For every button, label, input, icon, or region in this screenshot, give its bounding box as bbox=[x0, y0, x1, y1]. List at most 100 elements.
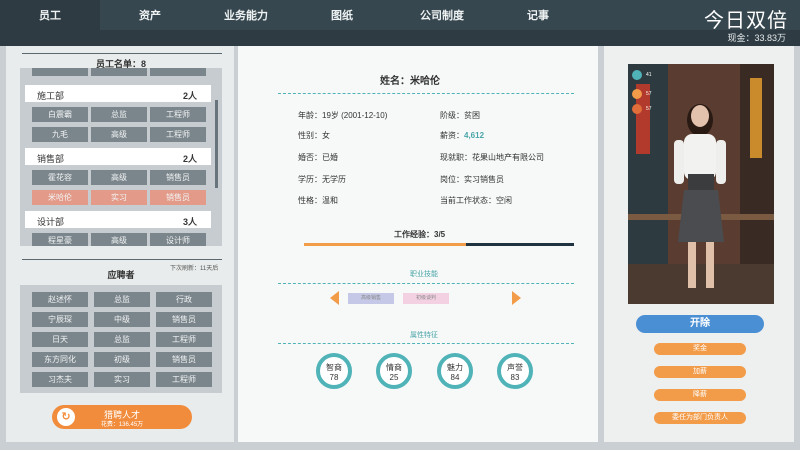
tab-assets[interactable]: 资产 bbox=[100, 0, 200, 30]
employee-name bbox=[32, 68, 88, 76]
mood-icon bbox=[632, 89, 642, 99]
divider bbox=[22, 53, 222, 54]
top-bar-shade bbox=[0, 30, 800, 46]
dept-name: 施工部 bbox=[37, 91, 65, 101]
refresh-icon: ↻ bbox=[57, 408, 75, 426]
tab-business-ability[interactable]: 业务能力 bbox=[196, 0, 296, 30]
list-item[interactable]: 赵述怀 总监 行政 bbox=[32, 292, 212, 307]
applicant-name: 宁辰琛 bbox=[32, 312, 88, 327]
divider bbox=[278, 93, 574, 94]
employee-role: 销售员 bbox=[150, 170, 206, 185]
attr-name: 声誉 bbox=[507, 363, 523, 372]
raise-salary-button[interactable]: 加薪 bbox=[654, 366, 746, 378]
employee-name: 白震霸 bbox=[32, 107, 88, 122]
skill-tag[interactable]: 初级谈判 bbox=[403, 293, 449, 304]
employee-level: 总监 bbox=[91, 107, 147, 122]
dept-row-design[interactable]: 设计部 3人 bbox=[25, 211, 211, 228]
applicant-name: 习杰夫 bbox=[32, 372, 88, 387]
list-item[interactable]: 宁辰琛 中级 销售员 bbox=[32, 312, 212, 327]
attr-eq: 情商 25 bbox=[376, 353, 412, 389]
salary-value: 4,612 bbox=[464, 131, 485, 140]
bonus-button[interactable]: 奖金 bbox=[654, 343, 746, 355]
attr-name: 情商 bbox=[386, 363, 402, 372]
skills-title: 职业技能 bbox=[410, 271, 438, 278]
vital-value: 41 bbox=[646, 72, 652, 78]
employee-name-title: 姓名：米哈伦 bbox=[380, 76, 440, 87]
prev-skill-arrow[interactable] bbox=[330, 291, 339, 305]
applicant-role: 销售员 bbox=[156, 352, 212, 367]
education-field: 学历：无学历 bbox=[298, 175, 346, 184]
applicant-level: 实习 bbox=[94, 372, 150, 387]
applicant-role: 销售员 bbox=[156, 312, 212, 327]
dept-count: 2人 bbox=[182, 154, 197, 164]
skill-tag[interactable]: 高级销售 bbox=[348, 293, 394, 304]
tab-blueprints[interactable]: 图纸 bbox=[292, 0, 392, 30]
tab-notes[interactable]: 记事 bbox=[488, 0, 588, 30]
employee-portrait bbox=[628, 64, 774, 304]
dept-name: 销售部 bbox=[37, 154, 65, 164]
employee-name: 九毛 bbox=[32, 127, 88, 142]
employee-role bbox=[150, 68, 206, 76]
applicant-role: 行政 bbox=[156, 292, 212, 307]
employee-name: 霍花容 bbox=[32, 170, 88, 185]
tab-company-rules[interactable]: 公司制度 bbox=[392, 0, 492, 30]
list-item[interactable]: 程星豪 高级 设计师 bbox=[25, 233, 211, 246]
applicant-level: 中级 bbox=[94, 312, 150, 327]
portrait-image bbox=[628, 64, 774, 304]
list-item[interactable]: 东方同化 初级 销售员 bbox=[32, 352, 212, 367]
attr-reputation: 声誉 83 bbox=[497, 353, 533, 389]
work-status-field: 当前工作状态：空闲 bbox=[440, 196, 512, 205]
experience-bar-fill bbox=[304, 243, 466, 246]
cut-salary-button[interactable]: 降薪 bbox=[654, 389, 746, 401]
fire-button[interactable]: 开除 bbox=[636, 315, 764, 333]
attr-value: 84 bbox=[450, 373, 460, 382]
dept-row-sales[interactable]: 销售部 2人 bbox=[25, 148, 211, 165]
divider bbox=[22, 259, 222, 260]
recruit-cost: 花费：136.45万 bbox=[100, 422, 144, 428]
applicant-name: 日天 bbox=[32, 332, 88, 347]
attr-value: 83 bbox=[510, 373, 520, 382]
divider bbox=[278, 283, 574, 284]
company-field: 现就职：花果山地产有限公司 bbox=[440, 153, 544, 162]
class-field: 阶级：贫困 bbox=[440, 111, 480, 120]
employee-name: 程星豪 bbox=[32, 233, 88, 246]
next-skill-arrow[interactable] bbox=[512, 291, 521, 305]
assign-dept-head-button[interactable]: 委任为部门负责人 bbox=[654, 412, 746, 424]
age-field: 年龄：19岁 (2001-12-10) bbox=[298, 111, 388, 120]
cash-display: 现金：33.83万 bbox=[727, 33, 786, 43]
employee-level: 高级 bbox=[91, 127, 147, 142]
salary-label: 薪资： bbox=[440, 131, 464, 140]
applicants-title: 应聘者 bbox=[107, 270, 135, 280]
personality-field: 性格：温和 bbox=[298, 196, 338, 205]
list-item[interactable]: 日天 总监 工程师 bbox=[32, 332, 212, 347]
employee-level: 高级 bbox=[91, 233, 147, 246]
attr-value: 78 bbox=[329, 373, 339, 382]
list-item[interactable]: 霍花容 高级 销售员 bbox=[25, 170, 211, 185]
position-field: 岗位：实习销售员 bbox=[440, 175, 504, 184]
double-bonus-banner: 今日双倍 bbox=[704, 10, 788, 32]
list-item[interactable]: 白震霸 总监 工程师 bbox=[25, 107, 211, 122]
applicant-role: 工程师 bbox=[156, 332, 212, 347]
dept-count: 3人 bbox=[182, 217, 197, 227]
dept-row-construction[interactable]: 施工部 2人 bbox=[25, 85, 211, 102]
applicant-level: 总监 bbox=[94, 292, 150, 307]
recruit-talent-button[interactable]: ↻ 猎聘人才 花费：136.45万 bbox=[52, 405, 192, 429]
list-item[interactable] bbox=[25, 68, 211, 76]
staff-list[interactable]: 施工部 2人 白震霸 总监 工程师 九毛 高级 工程师 销售部 2人 霍花容 高… bbox=[20, 68, 222, 246]
marital-field: 婚否：已婚 bbox=[298, 153, 338, 162]
employee-role: 销售员 bbox=[150, 190, 206, 205]
dept-count: 2人 bbox=[182, 91, 197, 101]
applicant-role: 工程师 bbox=[156, 372, 212, 387]
employee-role: 设计师 bbox=[150, 233, 206, 246]
employee-role: 工程师 bbox=[150, 107, 206, 122]
employee-role: 工程师 bbox=[150, 127, 206, 142]
staff-list-scrollbar[interactable] bbox=[215, 100, 218, 188]
employee-name: 米哈伦 bbox=[32, 190, 88, 205]
attributes-title: 属性特征 bbox=[410, 332, 438, 339]
list-item-selected[interactable]: 米哈伦 实习 销售员 bbox=[25, 190, 211, 205]
vital-value: 57 bbox=[646, 106, 652, 112]
tab-staff[interactable]: 员工 bbox=[0, 0, 100, 34]
applicant-list[interactable]: 赵述怀 总监 行政 宁辰琛 中级 销售员 日天 总监 工程师 东方同化 初级 销… bbox=[20, 285, 222, 393]
list-item[interactable]: 九毛 高级 工程师 bbox=[25, 127, 211, 142]
list-item[interactable]: 习杰夫 实习 工程师 bbox=[32, 372, 212, 387]
